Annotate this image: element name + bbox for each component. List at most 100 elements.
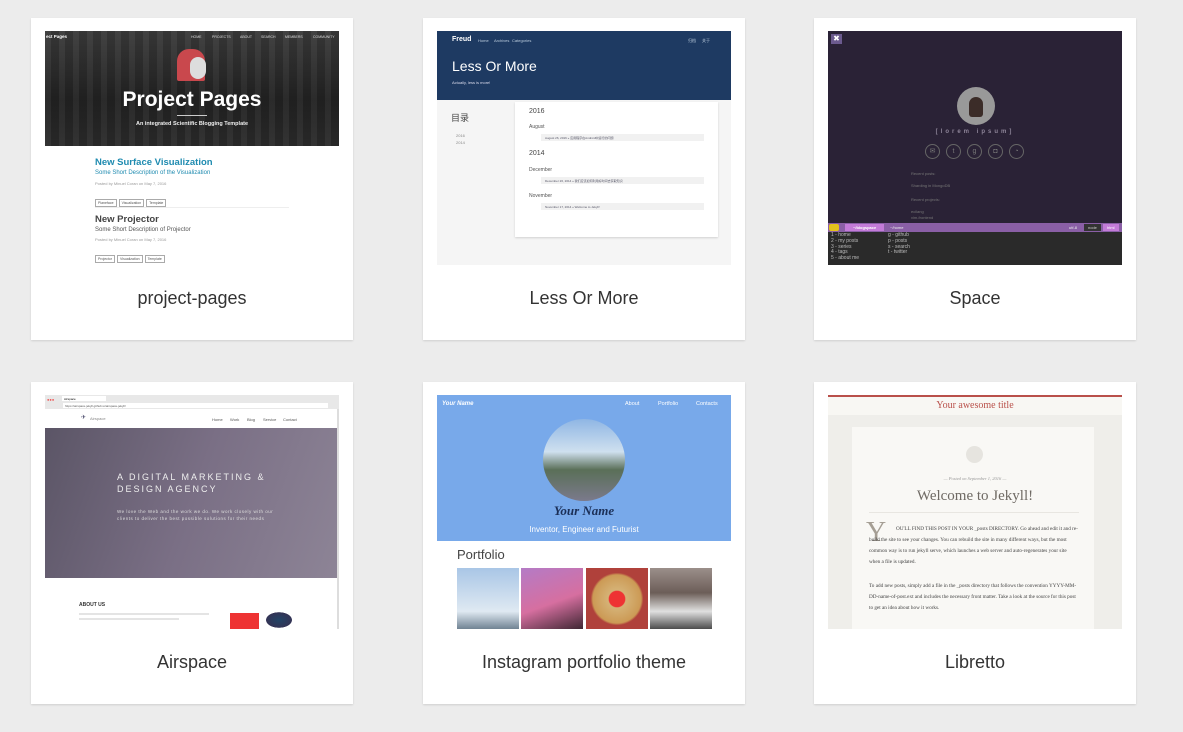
portfolio-photo[interactable] — [650, 568, 712, 629]
site-brand: Airspace — [90, 416, 106, 421]
vim-icon — [829, 224, 839, 231]
post-meta: Posted by Minuel Coran on May 7, 2016 — [95, 181, 167, 186]
tag: Projector — [95, 255, 116, 263]
theme-card-space[interactable]: ✖ [lorem ipsum] ✉ t g ◘ ◔ Recent posts: … — [814, 18, 1136, 340]
hero-headline: A DIGITAL MARKETING & DESIGN AGENCY — [117, 472, 266, 494]
mail-icon: ✉ — [925, 144, 940, 159]
recent-projects-label: Recent projects: — [911, 197, 940, 202]
theme-name[interactable]: Space — [814, 288, 1136, 309]
site-brand: Your Name — [442, 401, 474, 407]
theme-name[interactable]: project-pages — [31, 288, 353, 309]
menu-item[interactable]: t - twitter — [888, 250, 910, 256]
post-format-icon — [966, 446, 983, 463]
nav-item: 归档 — [688, 38, 696, 43]
theme-card-airspace[interactable]: ●●● Airspace https://airspace.jekyll.git… — [31, 382, 353, 704]
theme-thumbnail[interactable]: Freud Home Archives Categories 归档 关于 Les… — [437, 31, 731, 265]
theme-card-less-or-more[interactable]: Freud Home Archives Categories 归档 关于 Les… — [423, 18, 745, 340]
post-paragraph: To add new posts, simply add a file in t… — [869, 583, 1077, 611]
post-date: — Posted on September 1, 2016 — — [943, 476, 1007, 481]
nav-item: ABOUT — [240, 35, 253, 39]
theme-card-libretto[interactable]: Your awesome title — Posted on September… — [814, 382, 1136, 704]
theme-thumbnail[interactable]: ✖ [lorem ipsum] ✉ t g ◘ ◔ Recent posts: … — [828, 31, 1122, 265]
site-subtitle: Actually, less is more! — [452, 80, 491, 85]
nav-item[interactable]: Contacts — [696, 401, 718, 407]
tag: Planeface — [95, 199, 117, 207]
month-heading: August — [529, 124, 545, 130]
theme-name[interactable]: Less Or More — [423, 288, 745, 309]
section-heading: Portfolio — [457, 547, 505, 562]
month-heading: November — [529, 193, 553, 199]
text-line — [79, 618, 179, 620]
profile-name: Your Name — [553, 503, 615, 518]
section-heading: ABOUT US — [79, 602, 106, 608]
recent-post-link[interactable]: Sharding in MongoDB — [911, 183, 950, 188]
site-brand: ect Pages — [46, 34, 68, 39]
logo-icon: ✈ — [81, 415, 87, 421]
post-title: Welcome to Jekyll! — [916, 488, 1034, 504]
portfolio-photo[interactable] — [586, 568, 648, 629]
divider — [869, 512, 1079, 513]
site-brand: Freud — [452, 36, 472, 43]
post-paragraph: OU'LL FIND THIS POST IN YOUR _posts DIRE… — [869, 526, 1078, 565]
theme-name[interactable]: Instagram portfolio theme — [423, 652, 745, 673]
menu-item[interactable]: 5 - about me — [831, 255, 859, 262]
toc-item: 2014 — [456, 140, 465, 145]
nav-item: Contact — [283, 417, 297, 422]
github-icon: ◘ — [988, 144, 1003, 159]
theme-thumbnail[interactable]: ●●● Airspace https://airspace.jekyll.git… — [45, 395, 339, 629]
pens-image — [264, 611, 294, 629]
nav-item: Archives — [494, 38, 510, 43]
hero-text: We love the Web and the work we do. We w… — [117, 509, 274, 521]
theme-name[interactable]: Airspace — [31, 652, 353, 673]
tag: Visualization — [118, 199, 145, 207]
theme-thumbnail[interactable]: ect Pages HOME PROJECTS ABOUT SEARCH MEM… — [45, 31, 339, 265]
theme-thumbnail[interactable]: Your awesome title — Posted on September… — [828, 395, 1122, 629]
handle: [lorem ipsum] — [935, 129, 1015, 135]
profile-tagline: Inventor, Engineer and Futurist — [529, 525, 639, 534]
rss-icon: ◔ — [1009, 144, 1024, 159]
nav-item[interactable]: Portfolio — [658, 401, 678, 407]
archive-entry: December 26, 2014 » 我们应该如何利用好时间去获取知识 — [541, 177, 704, 184]
year-heading: 2016 — [529, 108, 545, 115]
close-icon: ✖ — [831, 34, 842, 44]
nav-item: MEMBERS — [285, 35, 303, 39]
theme-card-instagram-portfolio[interactable]: Your Name About Portfolio Contacts Your … — [423, 382, 745, 704]
portfolio-photo[interactable] — [457, 568, 519, 629]
hero-image — [45, 428, 337, 578]
tag: Visualization — [117, 255, 143, 263]
archive-entry: August 26, 2016 » 应用程序在Android中运行的问题 — [541, 134, 704, 141]
status-segment: html — [1103, 224, 1119, 231]
post-title: New Surface Visualization — [95, 157, 213, 168]
nav-item[interactable]: About — [625, 401, 639, 407]
theme-thumbnail[interactable]: Your Name About Portfolio Contacts Your … — [437, 395, 731, 629]
nav-item: Service — [263, 417, 277, 422]
nav-item: 关于 — [702, 38, 710, 43]
recent-posts-label: Recent posts: — [911, 171, 936, 176]
nav-item: COMMUNITY — [313, 35, 335, 39]
address-bar[interactable]: https://airspace.jekyll.github.io/airspa… — [63, 403, 328, 408]
status-segment: node — [1084, 224, 1101, 231]
nav-item: Home — [478, 38, 489, 43]
status-segment: utf-8 — [1069, 225, 1078, 230]
tag: Template — [146, 199, 167, 207]
nav-item: HOME — [191, 35, 202, 39]
profile-photo — [543, 419, 625, 501]
theme-name[interactable]: Libretto — [814, 652, 1136, 673]
notebook-image — [230, 613, 259, 629]
theme-card-project-pages[interactable]: ect Pages HOME PROJECTS ABOUT SEARCH MEM… — [31, 18, 353, 340]
window-controls-icon: ●●● — [47, 397, 55, 402]
twitter-icon: t — [946, 144, 961, 159]
status-segment: ~/home — [890, 225, 904, 230]
hero-title: Project Pages — [122, 88, 262, 111]
recent-project-link[interactable]: ecilang — [911, 209, 924, 214]
avatar — [957, 87, 995, 125]
site-title: Your awesome title — [936, 400, 1014, 411]
background — [828, 31, 1122, 223]
recent-project-link[interactable]: vim-frontend — [911, 215, 933, 220]
post-title: New Projector — [95, 214, 159, 225]
post-meta: Posted by Minuel Coran on May 7, 2016 — [95, 237, 167, 242]
status-segment: ~/blogspace — [845, 224, 885, 231]
nav-item: Categories — [512, 38, 532, 43]
browser-tab[interactable]: Airspace — [62, 396, 106, 401]
portfolio-photo[interactable] — [521, 568, 583, 629]
